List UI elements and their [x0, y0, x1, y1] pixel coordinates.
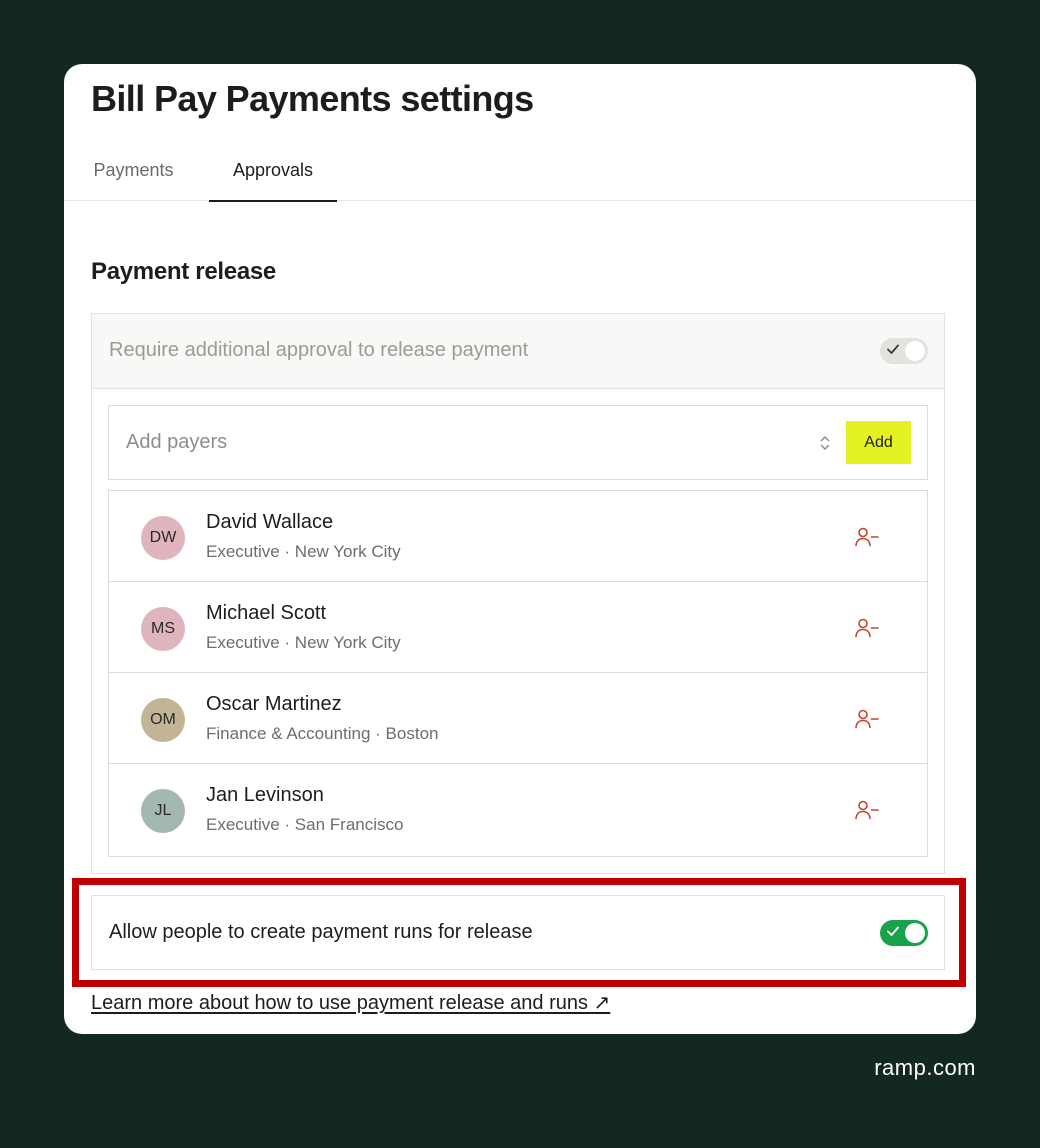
add-payers-placeholder: Add payers — [126, 431, 228, 453]
tab-bar: Payments Approvals — [64, 140, 976, 202]
payer-meta: Executive · New York City — [206, 542, 401, 561]
chevron-up-down-icon — [820, 436, 830, 450]
payer-row: MS Michael Scott Executive · New York Ci… — [109, 582, 927, 673]
require-approval-row: Require additional approval to release p… — [92, 314, 944, 389]
tab-payments[interactable]: Payments — [71, 140, 196, 201]
require-approval-label: Require additional approval to release p… — [109, 339, 529, 361]
person-minus-icon[interactable] — [854, 526, 880, 548]
payer-name: Jan Levinson — [206, 784, 324, 806]
payer-name: Michael Scott — [206, 602, 327, 624]
toggle-knob — [905, 341, 925, 361]
require-approval-toggle[interactable] — [880, 338, 928, 364]
payer-name: David Wallace — [206, 511, 334, 533]
settings-card: Bill Pay Payments settings Payments Appr… — [64, 64, 976, 1034]
avatar: DW — [141, 516, 185, 560]
payment-runs-label: Allow people to create payment runs for … — [109, 921, 533, 943]
person-minus-icon[interactable] — [854, 799, 880, 821]
check-icon — [887, 926, 899, 936]
payment-runs-toggle[interactable] — [880, 920, 928, 946]
avatar: MS — [141, 607, 185, 651]
brand-watermark: ramp.com — [874, 1055, 976, 1080]
payment-release-heading: Payment release — [91, 258, 276, 285]
add-payer-button[interactable]: Add — [846, 421, 911, 464]
avatar: JL — [141, 789, 185, 833]
page-title: Bill Pay Payments settings — [91, 78, 534, 119]
add-payers-select[interactable]: Add payers Add — [108, 405, 928, 480]
toggle-knob — [905, 923, 925, 943]
payer-meta: Finance & Accounting · Boston — [206, 724, 439, 743]
payment-release-panel: Require additional approval to release p… — [91, 313, 945, 874]
payment-runs-row: Allow people to create payment runs for … — [91, 895, 945, 970]
payer-list: DW David Wallace Executive · New York Ci… — [108, 490, 928, 857]
avatar: OM — [141, 698, 185, 742]
payer-name: Oscar Martinez — [206, 693, 342, 715]
check-icon — [887, 344, 899, 354]
payer-meta: Executive · New York City — [206, 633, 401, 652]
payer-row: OM Oscar Martinez Finance & Accounting ·… — [109, 673, 927, 764]
learn-more-link[interactable]: Learn more about how to use payment rele… — [91, 990, 610, 1015]
tab-approvals[interactable]: Approvals — [209, 140, 337, 202]
person-minus-icon[interactable] — [854, 617, 880, 639]
payer-row: JL Jan Levinson Executive · San Francisc… — [109, 764, 927, 855]
person-minus-icon[interactable] — [854, 708, 880, 730]
payer-meta: Executive · San Francisco — [206, 815, 404, 834]
payer-row: DW David Wallace Executive · New York Ci… — [109, 491, 927, 582]
